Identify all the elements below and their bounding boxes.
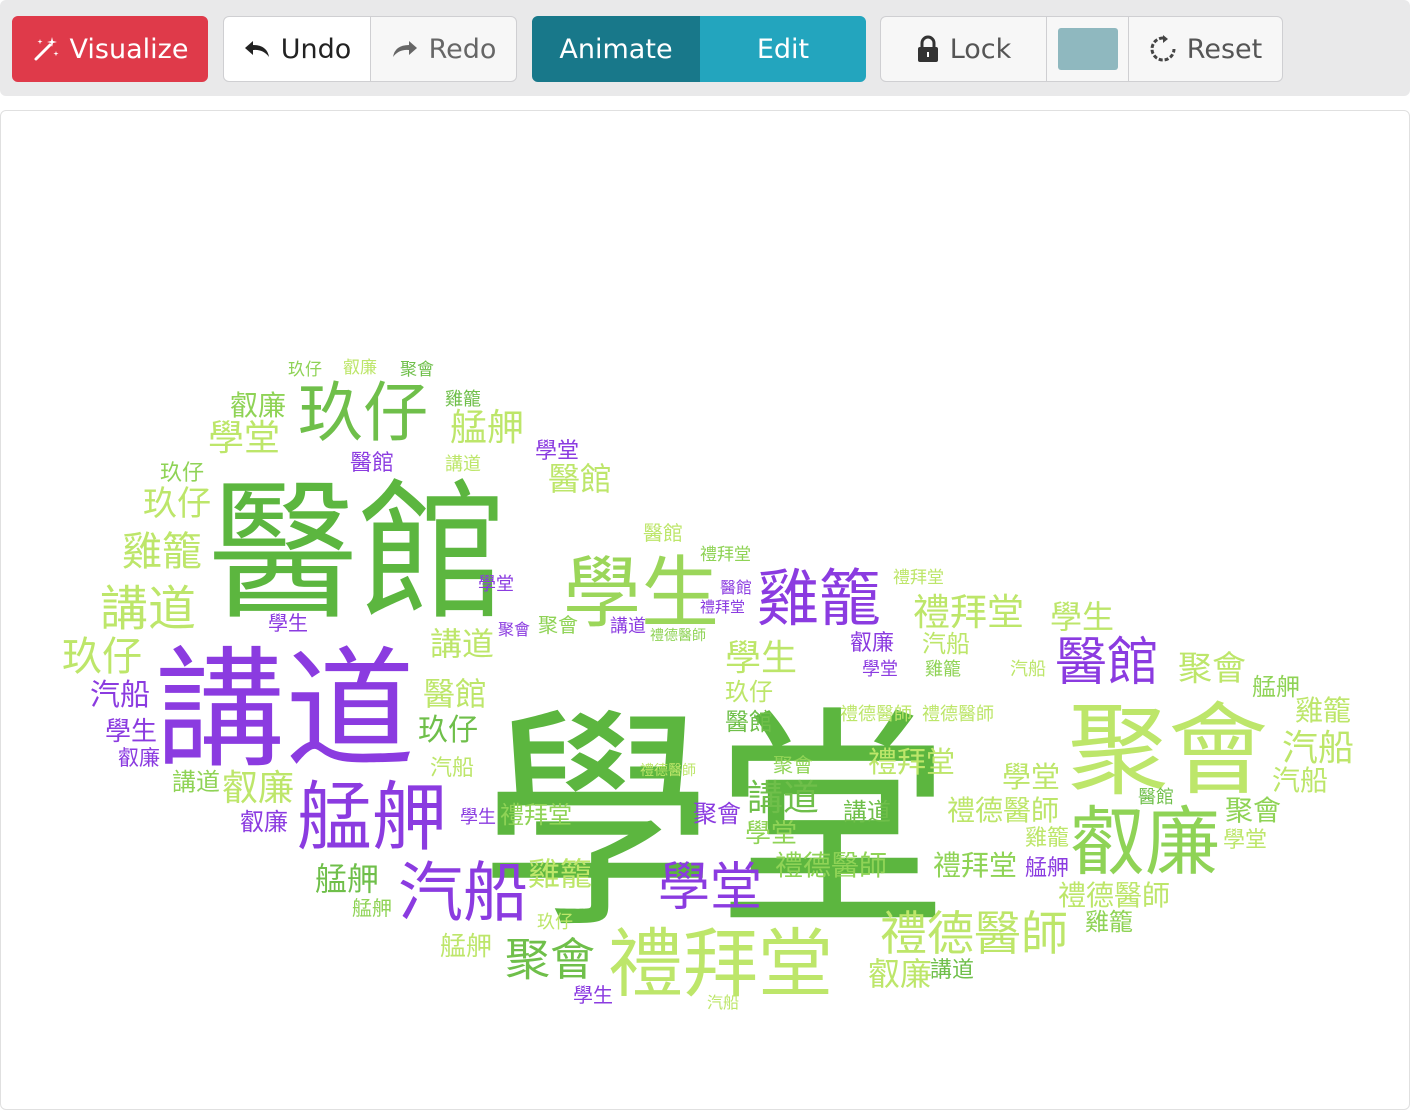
cloud-word: 醫館 [720,578,752,597]
cloud-word: 學生 [268,611,308,635]
cloud-word: 叡廉 [240,808,288,836]
cloud-word: 玖仔 [62,634,142,680]
cloud-word: 叡廉 [1070,798,1220,886]
cloud-word: 叡廉 [118,746,160,770]
cloud-word: 禮拜堂 [500,801,572,829]
cloud-word: 叡廉 [850,631,894,656]
cloud-word: 學生 [1050,598,1114,636]
cloud-word: 聚會 [1225,794,1281,827]
cloud-word: 禮德醫師 [640,763,696,779]
cloud-word: 禮德醫師 [840,704,912,725]
cloud-word: 學生 [725,638,797,679]
cloud-word: 學堂 [862,659,898,680]
cloud-word: 醫館 [548,460,612,498]
cloud-word: 聚會 [538,613,578,637]
cloud-word: 汽船 [1282,728,1354,769]
cloud-word: 醫館 [1138,787,1174,808]
cloud-word: 聚會 [693,800,741,828]
cloud-word: 禮拜堂 [700,545,751,565]
cloud-word: 雞籠 [528,855,592,893]
cloud-word: 禮德醫師 [775,849,887,882]
cloud-word: 汽船 [1010,659,1046,680]
cloud-word: 禮拜堂 [933,849,1017,882]
cloud-word: 艋舺 [352,896,392,920]
cloud-word: 學生 [460,807,496,828]
cloud-word: 玖仔 [143,484,211,524]
cloud-word: 艋舺 [1025,856,1069,881]
cloud-word: 講道 [843,798,891,826]
cloud-word: 醫館 [208,467,508,641]
cloud-word: 雞籠 [122,529,202,575]
cloud-word: 雞籠 [925,659,961,680]
cloud-word: 艋舺 [297,773,447,861]
cloud-word: 雞籠 [1025,826,1069,851]
cloud-word: 雞籠 [1295,694,1351,727]
cloud-word: 雞籠 [445,389,481,410]
cloud-word: 學堂 [208,418,280,459]
cloud-word: 玖仔 [418,713,478,748]
cloud-word: 汽船 [398,856,528,931]
cloud-word: 講道 [172,768,220,796]
cloud-word: 艋舺 [1252,673,1300,701]
cloud-word: 講道 [430,625,494,663]
cloud-word: 學堂 [1002,760,1060,794]
cloud-word: 禮德醫師 [922,704,994,725]
cloud-word: 汽船 [922,630,970,658]
cloud-word: 玖仔 [160,461,204,486]
cloud-word: 學堂 [535,439,579,464]
cloud-word: 汽船 [707,993,739,1012]
cloud-word: 講道 [610,616,646,637]
cloud-word: 汽船 [1272,764,1328,797]
cloud-word: 艋舺 [440,932,492,962]
cloud-word: 玖仔 [298,376,428,451]
cloud-word: 學堂 [478,574,514,595]
cloud-word: 醫館 [725,708,773,736]
cloud-word: 艋舺 [315,860,379,898]
cloud-word: 聚會 [505,933,595,986]
cloud-word: 講道 [100,581,196,637]
cloud-word: 禮拜堂 [893,568,944,588]
cloud-word: 學生 [105,717,157,747]
cloud-word: 雞籠 [757,562,881,635]
cloud-word: 汽船 [430,756,474,781]
cloud-word: 禮拜堂 [700,598,745,616]
cloud-word: 艋舺 [450,406,524,449]
word-cloud: 學堂醫館講道 聚會學生禮拜堂叡廉艋舺汽船玖仔雞籠禮德醫師學堂醫館講道聚會禮拜堂艋舺… [62,358,1354,1012]
cloud-word: 汽船 [90,678,150,713]
cloud-word: 禮德醫師 [880,907,1068,962]
cloud-word: 學生 [573,983,613,1007]
cloud-word: 雞籠 [1085,908,1133,936]
cloud-word: 叡廉 [222,768,294,809]
cloud-word: 學堂 [745,819,797,849]
cloud-word: 聚會 [498,620,530,639]
cloud-word: 玖仔 [537,912,573,933]
cloud-word: 學堂 [658,858,762,918]
cloud-word: 禮德醫師 [650,628,706,644]
cloud-word: 叡廉 [230,389,286,422]
cloud-word: 醫館 [423,675,487,713]
cloud-word: 講道 [445,454,481,475]
cloud-word: 玖仔 [725,678,773,706]
cloud-word: 醫館 [643,521,683,545]
cloud-word: 講道 [155,634,415,786]
cloud-word: 聚會 [773,753,813,777]
cloud-word: 聚會 [1178,649,1246,689]
cloud-word: 玖仔 [288,360,322,380]
cloud-word: 聚會 [400,360,434,380]
cloud-word: 叡廉 [868,955,932,993]
cloud-word: 醫館 [350,451,394,476]
cloud-word: 講道 [747,778,819,819]
cloud-word: 講道 [930,958,974,983]
cloud-word: 叡廉 [343,358,377,378]
cloud-word: 醫館 [1055,633,1159,693]
cloud-word: 學堂 [1223,828,1267,853]
cloud-word: 禮拜堂 [868,745,955,779]
cloud-word: 禮德醫師 [947,794,1059,827]
cloud-word: 禮拜堂 [913,591,1024,634]
